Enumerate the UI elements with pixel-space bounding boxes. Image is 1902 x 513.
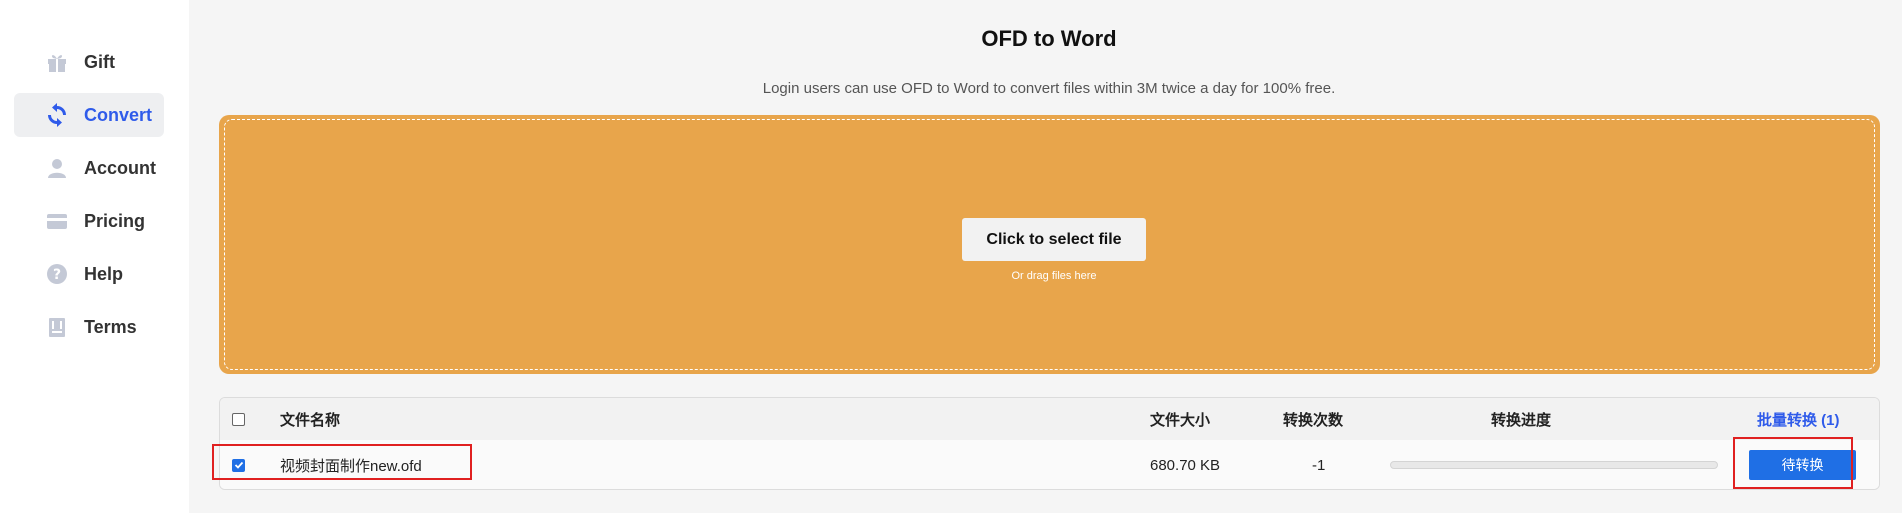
terms-icon	[44, 314, 70, 340]
sidebar: Gift Convert Account Pricing ? Help Term…	[0, 0, 189, 513]
check-icon	[234, 461, 243, 469]
sidebar-item-label: Terms	[84, 316, 137, 337]
sidebar-item-help[interactable]: ? Help	[14, 252, 164, 296]
sidebar-item-account[interactable]: Account	[14, 146, 164, 190]
table-row: 视频封面制作new.ofd 680.70 KB -1 待转换	[220, 440, 1879, 489]
sidebar-item-terms[interactable]: Terms	[14, 305, 164, 349]
header-file-name: 文件名称	[280, 411, 341, 429]
row-file-name: 视频封面制作new.ofd	[280, 457, 422, 475]
gift-icon	[44, 49, 70, 75]
row-select-cell	[232, 440, 245, 489]
select-all-cell	[232, 398, 245, 440]
row-checkbox[interactable]	[232, 458, 245, 472]
sidebar-item-gift[interactable]: Gift	[14, 40, 164, 84]
file-table: 文件名称 文件大小 转换次数 转换进度 批量转换 (1) 视频封面制作new.o…	[219, 397, 1880, 490]
sidebar-item-label: Account	[84, 157, 156, 178]
drag-hint-text: Or drag files here	[1011, 270, 1097, 282]
convert-pending-button[interactable]: 待转换	[1749, 450, 1856, 480]
row-file-size: 680.70 KB	[1150, 456, 1221, 474]
page-title: OFD to Word	[981, 26, 1117, 51]
sidebar-item-pricing[interactable]: Pricing	[14, 199, 164, 243]
sidebar-item-label: Help	[84, 263, 124, 284]
header-convert-progress: 转换进度	[1491, 411, 1552, 429]
batch-convert-link[interactable]: 批量转换 (1)	[1757, 398, 1840, 440]
sidebar-item-label: Convert	[84, 104, 153, 125]
svg-text:?: ?	[53, 267, 61, 283]
progress-bar	[1390, 461, 1718, 469]
app-root: Gift Convert Account Pricing ? Help Term…	[0, 0, 1902, 513]
file-dropzone[interactable]: Click to select file Or drag files here	[219, 115, 1880, 374]
sidebar-item-convert[interactable]: Convert	[14, 93, 164, 137]
row-convert-count: -1	[1312, 456, 1326, 474]
row-progress-cell	[1390, 440, 1718, 489]
row-action-cell: 待转换	[1749, 440, 1856, 489]
card-icon	[44, 208, 70, 234]
convert-icon	[44, 102, 70, 128]
select-all-checkbox[interactable]	[232, 412, 245, 426]
table-header: 文件名称 文件大小 转换次数 转换进度 批量转换 (1)	[220, 398, 1879, 440]
user-icon	[44, 155, 70, 181]
header-file-size: 文件大小	[1150, 411, 1211, 429]
header-convert-count: 转换次数	[1283, 411, 1344, 429]
dropzone-border: Click to select file Or drag files here	[224, 119, 1875, 370]
select-file-button[interactable]: Click to select file	[962, 218, 1146, 261]
help-icon: ?	[44, 261, 70, 287]
sidebar-item-label: Gift	[84, 51, 115, 72]
page-subtitle: Login users can use OFD to Word to conve…	[762, 80, 1336, 97]
main-content: OFD to Word Login users can use OFD to W…	[189, 0, 1902, 513]
sidebar-item-label: Pricing	[84, 210, 146, 231]
